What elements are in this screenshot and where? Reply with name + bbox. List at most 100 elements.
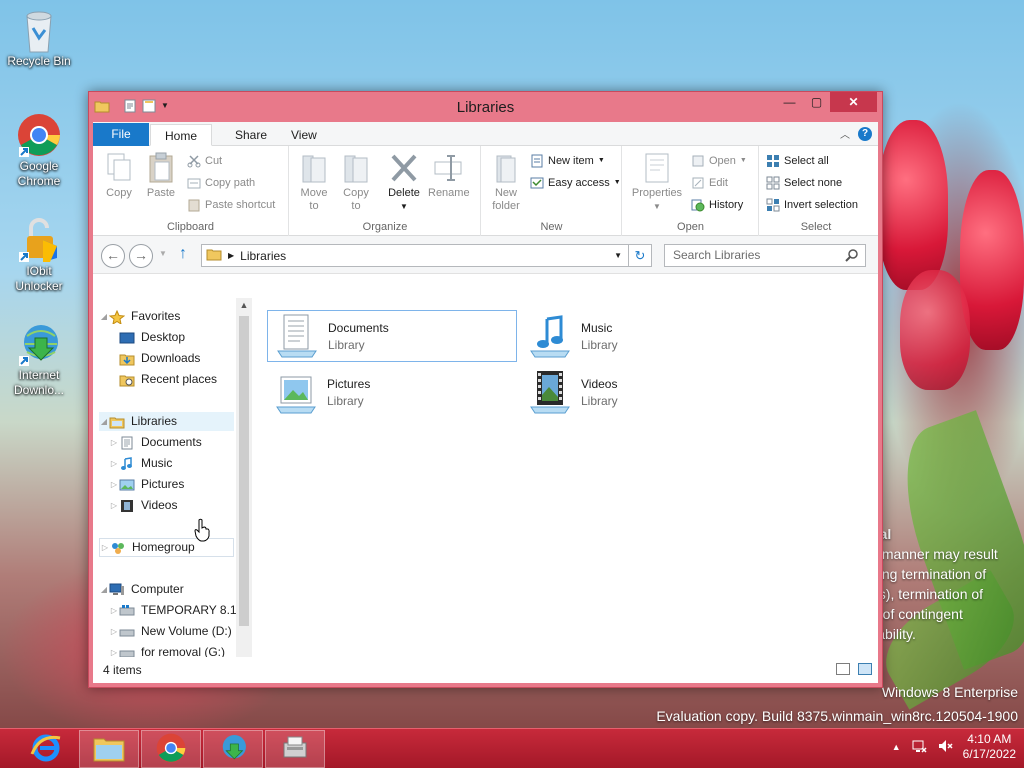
expand-arrow-icon[interactable]: ▷: [109, 622, 119, 641]
edit-button[interactable]: Edit: [691, 174, 728, 192]
history-button[interactable]: History: [691, 196, 743, 214]
tree-item-recent-places[interactable]: Recent places: [119, 370, 217, 389]
properties-icon: [642, 152, 672, 184]
title-bar[interactable]: ▼ Libraries — ▢ ✕: [89, 92, 882, 122]
expand-arrow-icon[interactable]: ▷: [100, 538, 110, 557]
tree-item-videos[interactable]: ▷ Videos: [109, 496, 178, 515]
legal-line: tial: [871, 524, 1021, 544]
chevron-up-icon[interactable]: ︿: [840, 126, 850, 141]
help-icon[interactable]: ?: [858, 126, 872, 141]
select-all-button[interactable]: Select all: [766, 152, 829, 170]
legal-line: liability.: [871, 626, 916, 642]
clock[interactable]: 4:10 AM 6/17/2022: [963, 732, 1016, 762]
expand-arrow-icon[interactable]: ▷: [109, 601, 119, 620]
taskbar-ie[interactable]: [16, 730, 76, 768]
desktop-icon-idm[interactable]: Internet Downlo...: [3, 322, 75, 398]
paste-shortcut-button[interactable]: Paste shortcut: [187, 196, 275, 214]
library-item-pictures[interactable]: Pictures Library: [267, 366, 517, 418]
library-item-documents[interactable]: Documents Library: [267, 310, 517, 362]
taskbar-chrome[interactable]: [141, 730, 201, 768]
details-view-icon[interactable]: [836, 663, 850, 675]
taskbar-explorer[interactable]: [79, 730, 139, 768]
cut-button[interactable]: Cut: [187, 152, 222, 170]
search-input[interactable]: Search Libraries: [664, 244, 866, 267]
large-icons-view-icon[interactable]: [858, 663, 872, 675]
recent-locations-icon[interactable]: ▼: [159, 249, 167, 258]
delete-button[interactable]: Delete ▼: [384, 152, 424, 213]
invert-selection-icon: [766, 198, 780, 212]
properties-button[interactable]: Properties ▼: [629, 152, 685, 213]
maximize-button[interactable]: ▢: [803, 92, 830, 112]
select-none-button[interactable]: Select none: [766, 174, 842, 192]
tab-view[interactable]: View: [277, 124, 331, 146]
address-bar[interactable]: ▶ Libraries ▼ ↻: [201, 244, 652, 267]
move-to-button[interactable]: Move to: [294, 152, 334, 213]
expand-arrow-icon[interactable]: ▷: [109, 496, 119, 515]
breadcrumb-separator-icon[interactable]: ▶: [228, 251, 234, 260]
desktop-icon-chrome[interactable]: Google Chrome: [3, 113, 75, 189]
taskbar-idm[interactable]: [203, 730, 263, 768]
paste-button[interactable]: Paste: [141, 152, 181, 200]
invert-selection-button[interactable]: Invert selection: [766, 196, 858, 214]
open-button[interactable]: Open ▼: [691, 152, 747, 170]
navigation-pane-scrollbar[interactable]: ▲ ▼: [236, 298, 252, 682]
tree-item-libraries[interactable]: ◢ Libraries: [99, 412, 234, 431]
computer-icon: [109, 583, 125, 597]
library-item-music[interactable]: Music Library: [521, 310, 771, 362]
tree-label: Favorites: [131, 309, 181, 323]
back-button[interactable]: ←: [101, 244, 125, 268]
tree-item-desktop[interactable]: Desktop: [119, 328, 185, 347]
copy-path-button[interactable]: Copy path: [187, 174, 255, 192]
tab-share[interactable]: Share: [221, 124, 281, 146]
scroll-up-icon[interactable]: ▲: [236, 300, 252, 310]
tree-item-documents[interactable]: ▷ Documents: [109, 433, 202, 452]
idm-icon: [218, 733, 248, 766]
ribbon-home: Copy Paste Cut Copy path Paste shortcut …: [93, 146, 878, 236]
library-item-videos[interactable]: Videos Library: [521, 366, 771, 418]
search-icon[interactable]: [845, 248, 859, 269]
collapse-arrow-icon[interactable]: ◢: [99, 307, 109, 326]
rename-button[interactable]: Rename: [428, 152, 470, 200]
expand-arrow-icon[interactable]: ▷: [109, 475, 119, 494]
tree-item-drive-c[interactable]: ▷ TEMPORARY 8.1: [109, 601, 237, 620]
tree-item-drive-d[interactable]: ▷ New Volume (D:): [109, 622, 232, 641]
collapse-arrow-icon[interactable]: ◢: [99, 412, 109, 431]
documents-library-icon: [272, 313, 322, 359]
volume-muted-icon[interactable]: [937, 738, 953, 757]
easy-access-button[interactable]: Easy access ▼: [530, 174, 621, 192]
minimize-button[interactable]: —: [776, 92, 803, 112]
library-name: Documents: [328, 320, 389, 335]
new-item-button[interactable]: New item ▼: [530, 152, 605, 170]
scrollbar-thumb[interactable]: [239, 316, 249, 626]
new-folder-label-2: folder: [492, 200, 520, 212]
desktop-icon-recycle-bin[interactable]: Recycle Bin: [3, 8, 75, 69]
close-button[interactable]: ✕: [830, 92, 877, 112]
network-icon[interactable]: [911, 738, 927, 757]
up-arrow-icon[interactable]: ↑: [179, 245, 187, 263]
tree-item-pictures[interactable]: ▷ Pictures: [109, 475, 184, 494]
refresh-icon[interactable]: ↻: [629, 248, 651, 264]
copy-to-button[interactable]: Copy to: [336, 152, 376, 213]
desktop-icon-iobit[interactable]: IObit Unlocker: [3, 218, 75, 294]
edit-icon: [691, 176, 705, 190]
pictures-library-icon: [271, 369, 321, 415]
tab-file[interactable]: File: [93, 123, 149, 146]
collapse-arrow-icon[interactable]: ◢: [99, 580, 109, 599]
copy-button[interactable]: Copy: [99, 152, 139, 200]
tab-home[interactable]: Home: [150, 124, 213, 146]
taskbar-app[interactable]: [265, 730, 325, 768]
navigation-pane: ◢ Favorites Desktop Downloads Recent plac…: [93, 298, 251, 682]
address-dropdown-icon[interactable]: ▼: [608, 245, 629, 266]
tree-item-homegroup[interactable]: ▷ Homegroup: [99, 538, 234, 557]
show-hidden-icons-icon[interactable]: ▲: [892, 742, 901, 752]
breadcrumb[interactable]: Libraries: [240, 249, 286, 263]
tree-item-computer[interactable]: ◢ Computer: [99, 580, 184, 599]
forward-button[interactable]: →: [129, 244, 153, 268]
expand-arrow-icon[interactable]: ▷: [109, 433, 119, 452]
expand-arrow-icon[interactable]: ▷: [109, 454, 119, 473]
tree-item-downloads[interactable]: Downloads: [119, 349, 200, 368]
rename-label: Rename: [428, 187, 470, 199]
new-folder-button[interactable]: New folder: [486, 152, 526, 213]
tree-item-favorites[interactable]: ◢ Favorites: [99, 307, 239, 326]
tree-item-music[interactable]: ▷ Music: [109, 454, 172, 473]
